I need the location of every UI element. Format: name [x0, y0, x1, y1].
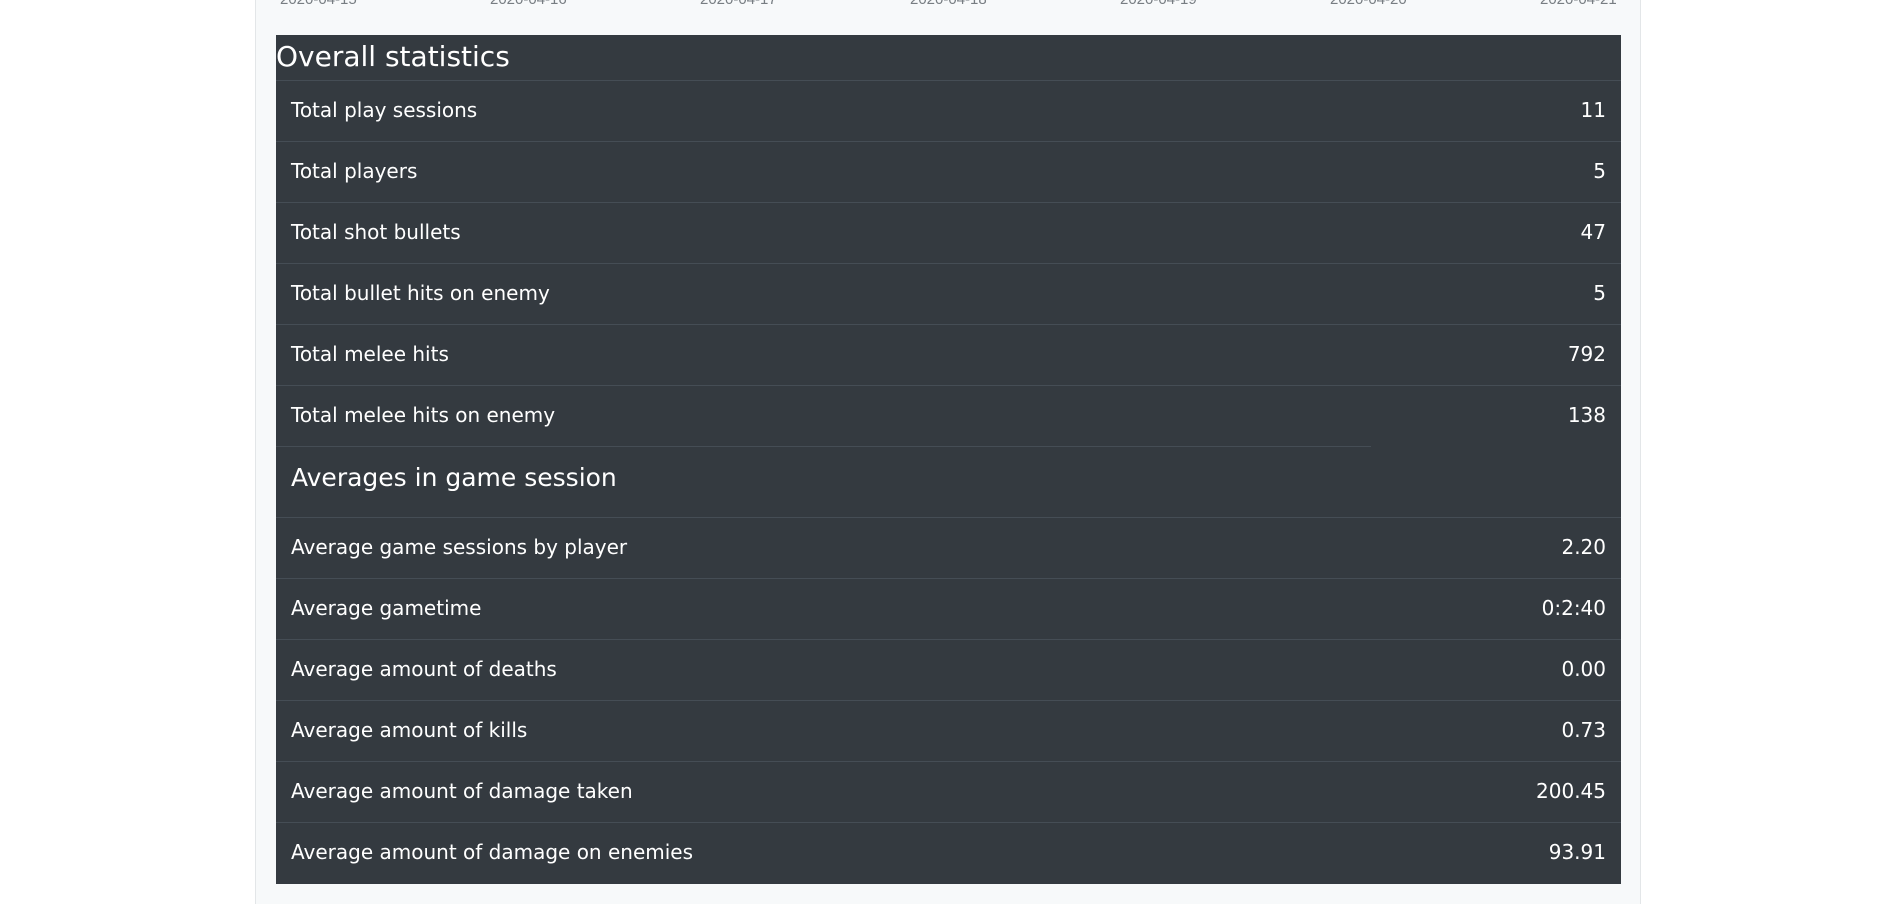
row-value: 5: [1593, 159, 1606, 183]
x-tick-label: 2020-04-16: [490, 0, 567, 8]
table-row: Total bullet hits on enemy 5: [276, 264, 1621, 325]
chart-x-axis: 2020-04-15 2020-04-16 2020-04-17 2020-04…: [256, 0, 1640, 14]
table-row: Total players 5: [276, 142, 1621, 203]
row-label: Total play sessions: [291, 98, 478, 122]
table-row: Average amount of damage on enemies 93.9…: [276, 823, 1621, 884]
x-tick-label: 2020-04-18: [910, 0, 987, 8]
table-row: Average amount of deaths 0.00: [276, 640, 1621, 701]
averages-section-title: Averages in game session: [276, 446, 1621, 518]
row-label: Average amount of damage on enemies: [291, 840, 694, 864]
row-value: 792: [1567, 342, 1606, 366]
table-row: Average amount of damage taken 200.45: [276, 762, 1621, 823]
row-value: 11: [1580, 98, 1606, 122]
row-value: 2.20: [1561, 535, 1606, 559]
table-row: Average gametime 0:2:40: [276, 579, 1621, 640]
x-tick-label: 2020-04-17: [700, 0, 777, 8]
table-row: Total shot bullets 47: [276, 203, 1621, 264]
x-tick-label: 2020-04-19: [1120, 0, 1197, 8]
averages-title: Averages in game session: [291, 463, 617, 492]
x-tick-label: 2020-04-15: [280, 0, 357, 8]
overall-statistics-title: Overall statistics: [276, 35, 1621, 81]
table-row: Total melee hits 792: [276, 325, 1621, 386]
row-value: 200.45: [1536, 779, 1606, 803]
row-label: Total melee hits on enemy: [291, 403, 556, 427]
table-row: Average amount of kills 0.73: [276, 701, 1621, 762]
row-label: Average amount of damage taken: [291, 779, 633, 803]
row-value: 0:2:40: [1541, 596, 1606, 620]
row-value: 93.91: [1548, 840, 1606, 864]
x-tick-label: 2020-04-20: [1330, 0, 1407, 8]
row-label: Total shot bullets: [291, 220, 461, 244]
x-tick-label: 2020-04-21: [1540, 0, 1617, 8]
row-label: Total bullet hits on enemy: [291, 281, 550, 305]
row-label: Total players: [291, 159, 418, 183]
row-label: Average amount of deaths: [291, 657, 557, 681]
row-label: Average amount of kills: [291, 718, 528, 742]
row-value: 47: [1580, 220, 1606, 244]
row-label: Average game sessions by player: [291, 535, 628, 559]
row-value: 0.00: [1561, 657, 1606, 681]
table-row: Average game sessions by player 2.20: [276, 518, 1621, 579]
statistics-table: Overall statistics Total play sessions 1…: [276, 35, 1621, 884]
table-row: Total play sessions 11: [276, 81, 1621, 142]
row-label: Total melee hits: [291, 342, 449, 366]
row-value: 5: [1593, 281, 1606, 305]
row-label: Average gametime: [291, 596, 482, 620]
row-value: 138: [1567, 403, 1606, 427]
table-row: Total melee hits on enemy 138: [276, 386, 1621, 447]
row-value: 0.73: [1561, 718, 1606, 742]
